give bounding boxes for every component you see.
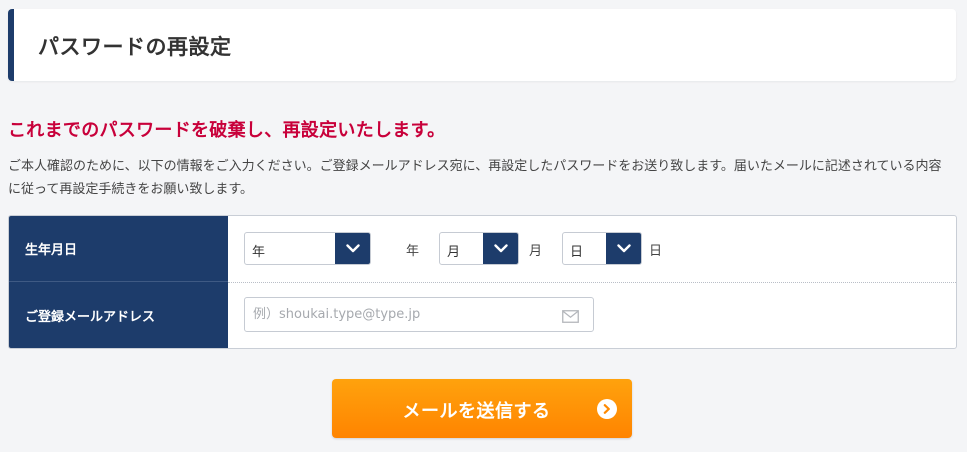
send-email-button[interactable]: メールを送信する	[332, 379, 632, 438]
email-input[interactable]	[253, 298, 543, 331]
mail-icon	[562, 308, 579, 327]
birth-month-select[interactable]: 月	[439, 232, 519, 265]
send-email-button-label: メールを送信する	[402, 401, 551, 422]
page-description: ご本人確認のために、以下の情報をご入力ください。ご登録メールアドレス宛に、再設定…	[8, 159, 942, 197]
birth-day-select[interactable]: 日	[562, 232, 642, 265]
birth-month-unit: 月	[529, 244, 543, 259]
birth-year-select[interactable]: 年	[244, 232, 371, 265]
chevron-down-icon[interactable]	[483, 233, 518, 264]
password-reset-form: 生年月日 年 年 月 月 日 日 ご登録メールアドレス	[8, 215, 957, 349]
chevron-down-icon[interactable]	[335, 233, 370, 264]
birthday-label: 生年月日	[9, 216, 228, 282]
title-accent-bar	[8, 9, 14, 81]
chevron-right-circle-icon	[597, 399, 617, 419]
birth-day-value: 日	[570, 245, 584, 260]
birthday-row: 生年月日 年 年 月 月 日 日	[9, 216, 956, 282]
birth-day-unit: 日	[649, 244, 663, 259]
birth-month-value: 月	[447, 245, 461, 260]
email-field[interactable]	[244, 297, 594, 332]
page-title-card: パスワードの再設定	[8, 9, 956, 81]
email-row: ご登録メールアドレス	[9, 282, 956, 348]
page-title: パスワードの再設定	[38, 35, 232, 59]
birth-year-value: 年	[252, 245, 266, 260]
birth-year-unit: 年	[406, 244, 420, 259]
email-label: ご登録メールアドレス	[9, 282, 228, 348]
chevron-down-icon[interactable]	[606, 233, 641, 264]
page-headline: これまでのパスワードを破棄し、再設定いたします。	[8, 120, 446, 141]
